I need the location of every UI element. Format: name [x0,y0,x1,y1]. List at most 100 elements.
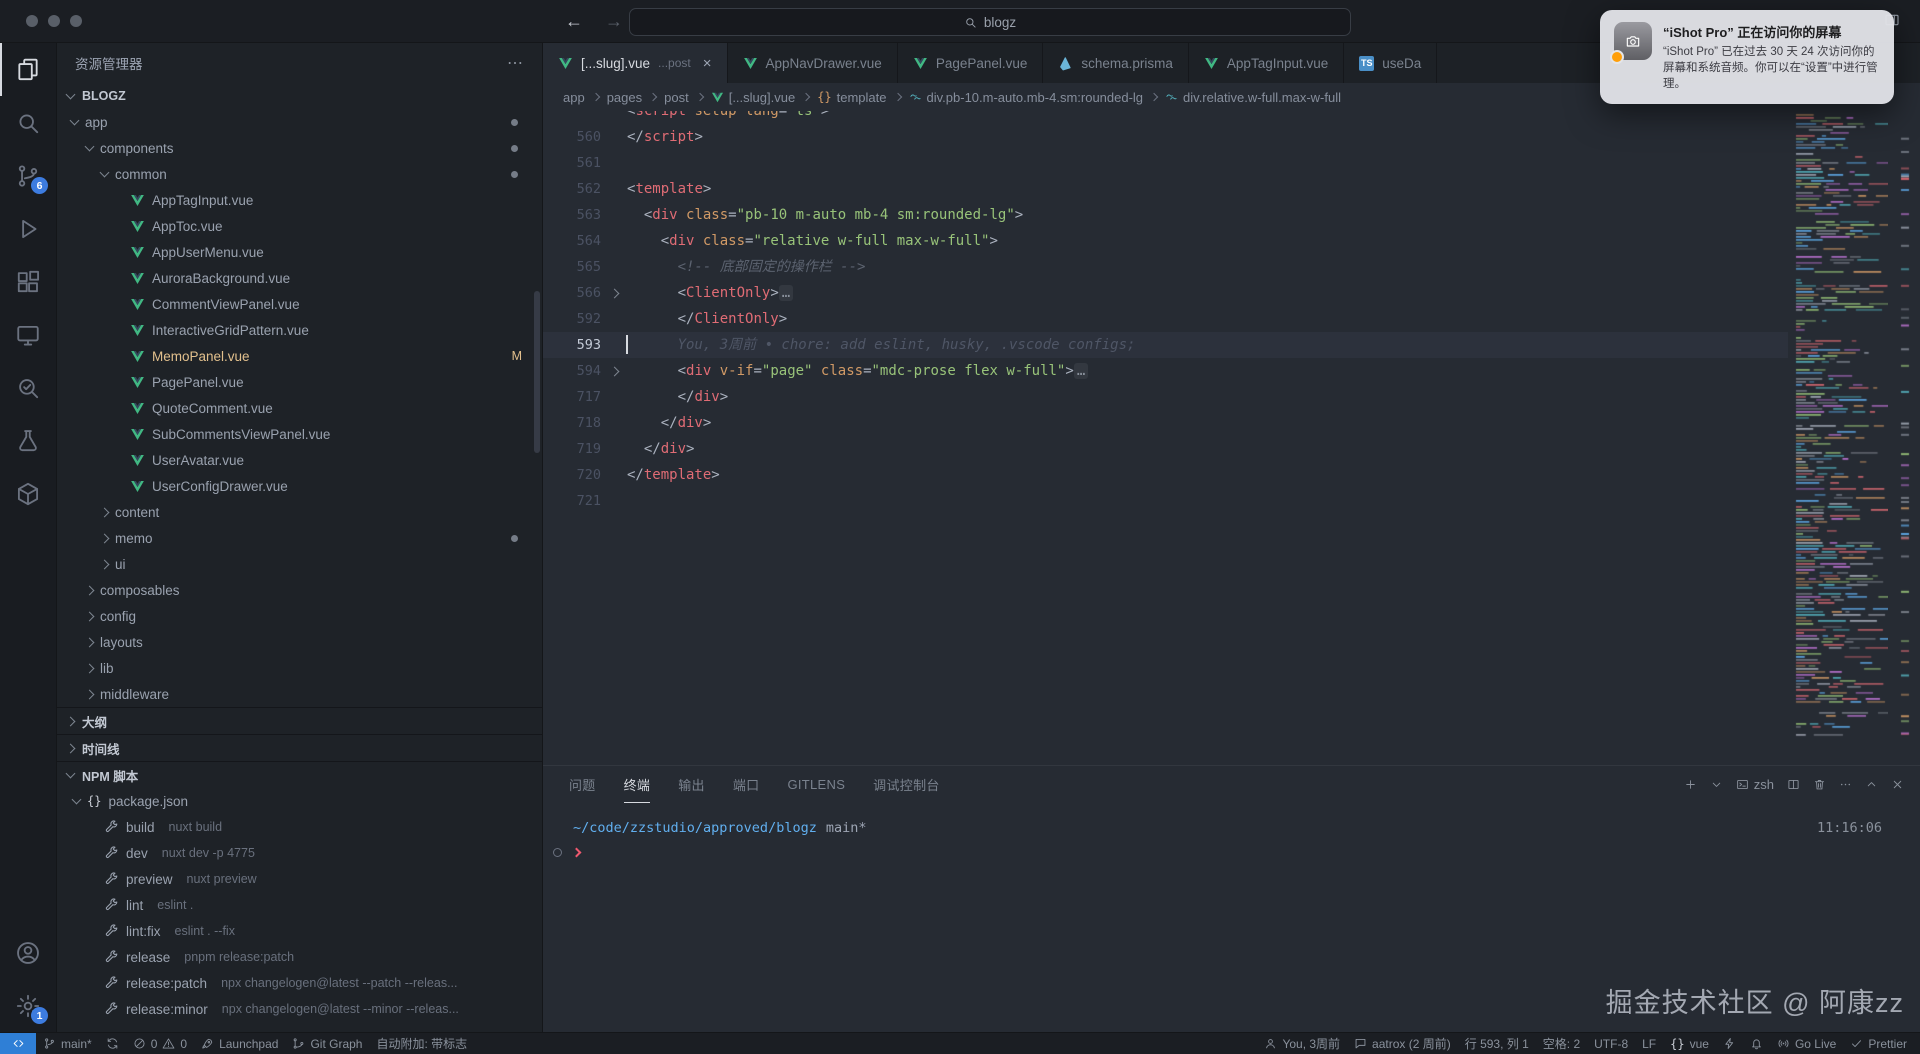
breadcrumb-post[interactable]: post [664,90,689,105]
tab-AppTagInput.vue[interactable]: AppTagInput.vue [1189,43,1345,83]
tab-useDa[interactable]: TS useDa [1344,43,1438,83]
code-line-719[interactable]: 719 </div> [543,436,1788,462]
notification-popup[interactable]: “iShot Pro” 正在访问你的屏幕 “iShot Pro” 已在过去 30… [1600,10,1894,105]
code-line-562[interactable]: 562 <template> [543,176,1788,202]
breadcrumb-[...slug].vue[interactable]: [...slug].vue [711,90,795,105]
project-section-header[interactable]: BLOGZ [57,82,542,109]
activitybar-search[interactable] [0,96,56,149]
split-terminal[interactable] [1787,778,1800,791]
statusbar-problems[interactable]: 00 [126,1033,194,1054]
activitybar-gitlens[interactable] [0,361,56,414]
statusbar-language-mode[interactable]: {} vue [1663,1033,1716,1054]
breadcrumb-div.pb-10.m-auto.mb-4.sm:rounded-lg[interactable]: div.pb-10.m-auto.mb-4.sm:rounded-lg [909,90,1143,105]
sidebar-scrollbar[interactable] [534,291,540,453]
code-line-561[interactable]: 561 [543,150,1788,176]
activitybar-source-control[interactable]: 6 [0,149,56,202]
more-actions-icon[interactable]: ⋯ [507,53,524,73]
statusbar-commit-author[interactable]: aatrox (2 周前) [1347,1033,1458,1054]
breadcrumb-template[interactable]: {} template [817,90,886,105]
code-line-566[interactable]: 566 <ClientOnly>… [543,280,1788,306]
folder-lib[interactable]: lib [57,655,542,681]
activitybar-testing[interactable] [0,414,56,467]
minimize-button[interactable] [48,15,60,27]
folder-ui[interactable]: ui [57,551,542,577]
folder-app[interactable]: app [57,109,542,135]
code-line-717[interactable]: 717 </div> [543,384,1788,410]
npm-script-dev[interactable]: dev nuxt dev -p 4775 [57,840,542,866]
code-line-718[interactable]: 718 </div> [543,410,1788,436]
minimap[interactable] [1792,111,1888,741]
fold-icon[interactable] [601,280,627,306]
breadcrumb-app[interactable]: app [563,90,585,105]
code-line-720[interactable]: 720 </template> [543,462,1788,488]
npm-script-release[interactable]: release pnpm release:patch [57,944,542,970]
statusbar-prettier[interactable]: Prettier [1843,1033,1914,1054]
activitybar-run-debug[interactable] [0,202,56,255]
activitybar-docker[interactable] [0,467,56,520]
file-InteractiveGridPattern.vue[interactable]: InteractiveGridPattern.vue [57,317,542,343]
folder-layouts[interactable]: layouts [57,629,542,655]
activitybar-accounts[interactable] [0,926,56,979]
npm-script-package.json[interactable]: {} package.json [57,788,542,814]
tab-schema.prisma[interactable]: schema.prisma [1043,43,1189,83]
panel-tab-终端[interactable]: 终端 [623,766,651,803]
tab-PagePanel.vue[interactable]: PagePanel.vue [898,43,1044,83]
code-line-560[interactable]: 560 </script> [543,124,1788,150]
file-AppTagInput.vue[interactable]: AppTagInput.vue [57,187,542,213]
statusbar-remote-indicator[interactable] [0,1033,36,1054]
command-decoration-icon[interactable] [553,848,562,857]
forward-button[interactable]: → [605,11,623,32]
file-AuroraBackground.vue[interactable]: AuroraBackground.vue [57,265,542,291]
folder-components[interactable]: components [57,135,542,161]
file-PagePanel.vue[interactable]: PagePanel.vue [57,369,542,395]
launch-profile[interactable] [1710,778,1723,791]
statusbar-encoding[interactable]: UTF-8 [1587,1033,1635,1054]
code-line-564[interactable]: 564 <div class="relative w-full max-w-fu… [543,228,1788,254]
folder-memo[interactable]: memo [57,525,542,551]
file-SubCommentsViewPanel.vue[interactable]: SubCommentsViewPanel.vue [57,421,542,447]
statusbar-git-graph[interactable]: Git Graph [285,1033,369,1054]
overview-ruler[interactable] [1898,111,1914,765]
folder-composables[interactable]: composables [57,577,542,603]
code-editor[interactable]: <script setup lang="ts"> 560 </script> 561 5… [543,111,1920,765]
timeline-section-header[interactable]: 时间线 [57,734,542,761]
file-AppToc.vue[interactable]: AppToc.vue [57,213,542,239]
code-line-594[interactable]: 594 <div v-if="page" class="mdc-prose fl… [543,358,1788,384]
fold-icon[interactable] [601,358,627,384]
code-line-592[interactable]: 592 </ClientOnly> [543,306,1788,332]
code-line-565[interactable]: 565 <!-- 底部固定的操作栏 --> [543,254,1788,280]
npm-script-preview[interactable]: preview nuxt preview [57,866,542,892]
tab-[...slug].vue[interactable]: [...slug].vue ...post × [543,43,728,83]
npm-section-header[interactable]: NPM 脚本 [57,761,542,788]
npm-script-lint:fix[interactable]: lint:fix eslint . --fix [57,918,542,944]
command-center-search[interactable]: blogz [629,8,1351,36]
file-QuoteComment.vue[interactable]: QuoteComment.vue [57,395,542,421]
code-line-593[interactable]: 593 You, 3周前 • chore: add eslint, husky,… [543,332,1788,358]
close-panel[interactable] [1891,778,1904,791]
panel-tab-问题[interactable]: 问题 [569,766,596,803]
file-AppUserMenu.vue[interactable]: AppUserMenu.vue [57,239,542,265]
outline-section-header[interactable]: 大纲 [57,707,542,734]
statusbar-feedback[interactable] [1716,1033,1743,1054]
statusbar-cursor-position[interactable]: 行 593, 列 1 [1458,1033,1536,1054]
terminal-shell[interactable]: zsh [1736,777,1774,792]
panel-tab-调试控制台[interactable]: 调试控制台 [873,766,940,803]
activitybar-settings[interactable]: 1 [0,979,56,1032]
statusbar-go-live[interactable]: Go Live [1770,1033,1843,1054]
activitybar-explorer[interactable] [0,43,56,96]
tab-AppNavDrawer.vue[interactable]: AppNavDrawer.vue [728,43,898,83]
statusbar-eol[interactable]: LF [1635,1033,1663,1054]
breadcrumb-div.relative.w-full.max-w-full[interactable]: div.relative.w-full.max-w-full [1165,90,1341,105]
statusbar-auto-attach[interactable]: 自动附加: 带标志 [369,1033,474,1054]
code-line-721[interactable]: 721 [543,488,1788,514]
close-icon[interactable]: × [703,55,712,72]
file-MemoPanel.vue[interactable]: MemoPanel.vue M [57,343,542,369]
statusbar-git-branch[interactable]: main* [36,1033,99,1054]
file-CommentViewPanel.vue[interactable]: CommentViewPanel.vue [57,291,542,317]
back-button[interactable]: ← [565,11,583,32]
statusbar-sync[interactable] [99,1033,126,1054]
folder-content[interactable]: content [57,499,542,525]
npm-script-build[interactable]: build nuxt build [57,814,542,840]
activitybar-remote-explorer[interactable] [0,308,56,361]
kill-terminal[interactable] [1813,778,1826,791]
